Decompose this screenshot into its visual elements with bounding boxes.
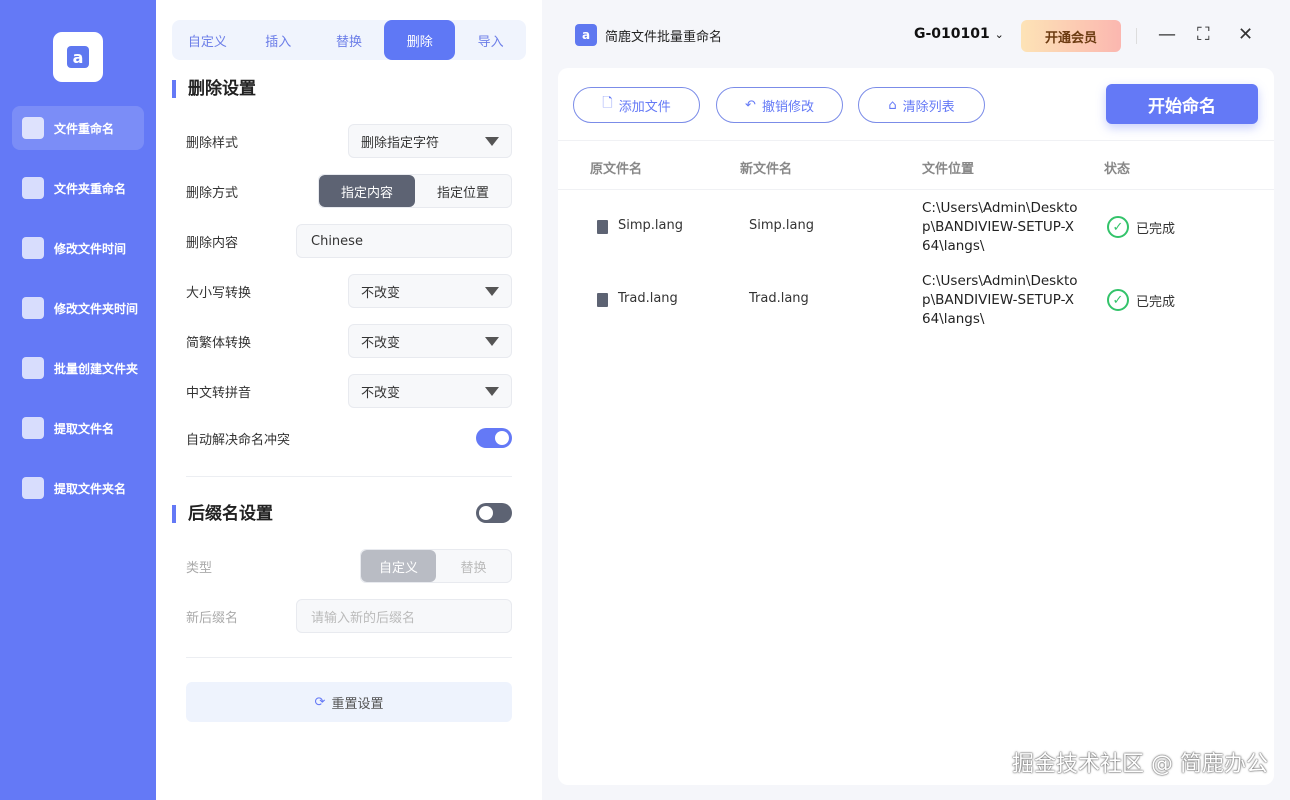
upload-file-icon (22, 417, 44, 439)
add-file-icon: 🗋 (602, 94, 612, 116)
dropdown-arrow-icon (485, 137, 499, 146)
check-circle-icon: ✓ (1107, 216, 1129, 238)
file-icon (597, 220, 608, 234)
col-status: 状态 (1104, 158, 1130, 177)
sidebar-item-extract-filenames[interactable]: 提取文件名 (12, 406, 144, 450)
divider (1136, 28, 1137, 44)
tab-delete[interactable]: 删除 (384, 20, 455, 60)
delete-method-label: 删除方式 (186, 182, 238, 201)
pinyin-label: 中文转拼音 (186, 382, 251, 401)
case-label: 大小写转换 (186, 282, 251, 301)
delete-style-select[interactable]: 删除指定字符 (348, 124, 512, 158)
file-icon (22, 117, 44, 139)
app-logo-icon: a (575, 24, 597, 46)
type-label: 类型 (186, 557, 212, 576)
table-row[interactable]: Simp.lang Simp.lang C:\Users\Admin\Deskt… (558, 191, 1274, 263)
file-clock-icon (22, 237, 44, 259)
new-suffix-label: 新后缀名 (186, 607, 238, 626)
dropdown-arrow-icon (485, 287, 499, 296)
type-custom[interactable]: 自定义 (361, 550, 436, 582)
folder-plus-icon (22, 357, 44, 379)
vip-button[interactable]: 开通会员 (1021, 20, 1121, 52)
account-dropdown[interactable]: G-010101 ⌄ (914, 26, 1004, 42)
col-new: 新文件名 (740, 158, 792, 177)
close-icon[interactable]: ✕ (1238, 24, 1253, 45)
add-file-button[interactable]: 🗋添加文件 (573, 87, 700, 123)
table-row[interactable]: Trad.lang Trad.lang C:\Users\Admin\Deskt… (558, 264, 1274, 336)
file-list-card: 🗋添加文件 ↶撤销修改 ⌂清除列表 开始命名 原文件名 新文件名 文件位置 状态… (558, 68, 1274, 785)
delete-content-input[interactable]: Chinese (296, 224, 512, 258)
undo-button[interactable]: ↶撤销修改 (716, 87, 843, 123)
conflict-toggle[interactable] (476, 428, 512, 448)
tab-insert[interactable]: 插入 (243, 20, 314, 60)
clear-list-button[interactable]: ⌂清除列表 (858, 87, 985, 123)
sidebar: a 文件重命名 文件夹重命名 修改文件时间 修改文件夹时间 批量创建文件夹 提取… (0, 0, 156, 800)
sidebar-item-folder-rename[interactable]: 文件夹重命名 (12, 166, 144, 210)
col-original: 原文件名 (590, 158, 642, 177)
chevron-down-icon: ⌄ (995, 28, 1004, 41)
app-logo: a (53, 32, 103, 82)
table-header: 原文件名 新文件名 文件位置 状态 (558, 140, 1274, 190)
file-icon (597, 293, 608, 307)
tab-import[interactable]: 导入 (455, 20, 526, 60)
broom-icon: ⌂ (888, 98, 896, 113)
tab-custom[interactable]: 自定义 (172, 20, 243, 60)
type-segment: 自定义替换 (360, 549, 512, 583)
settings-panel: 自定义 插入 替换 删除 导入 删除设置 删除样式 删除指定字符 删除方式 指定内容… (156, 0, 542, 800)
check-circle-icon: ✓ (1107, 289, 1129, 311)
suffix-settings-title: 后缀名设置 (172, 505, 273, 523)
case-select[interactable]: 不改变 (348, 274, 512, 308)
type-replace[interactable]: 替换 (436, 550, 511, 582)
sidebar-item-file-time[interactable]: 修改文件时间 (12, 226, 144, 270)
sidebar-item-file-rename[interactable]: 文件重命名 (12, 106, 144, 150)
upload-folder-icon (22, 477, 44, 499)
undo-icon: ↶ (745, 98, 756, 113)
conflict-label: 自动解决命名冲突 (186, 429, 290, 448)
pinyin-select[interactable]: 不改变 (348, 374, 512, 408)
col-location: 文件位置 (922, 158, 974, 177)
mode-tabs: 自定义 插入 替换 删除 导入 (172, 20, 526, 60)
delete-settings-title: 删除设置 (172, 80, 256, 98)
trad-select[interactable]: 不改变 (348, 324, 512, 358)
sidebar-item-extract-foldernames[interactable]: 提取文件夹名 (12, 466, 144, 510)
refresh-icon: ⟳ (315, 695, 326, 710)
sidebar-item-create-folders[interactable]: 批量创建文件夹 (12, 346, 144, 390)
delete-content-label: 删除内容 (186, 232, 238, 251)
delete-method-segment: 指定内容指定位置 (318, 174, 512, 208)
reset-button[interactable]: ⟳重置设置 (186, 682, 512, 722)
suffix-toggle[interactable] (476, 503, 512, 523)
method-by-content[interactable]: 指定内容 (319, 175, 415, 207)
new-suffix-input[interactable]: 请输入新的后缀名 (296, 599, 512, 633)
folder-clock-icon (22, 297, 44, 319)
maximize-icon[interactable]: ⛶ (1197, 24, 1210, 45)
start-rename-button[interactable]: 开始命名 (1106, 84, 1258, 124)
dropdown-arrow-icon (485, 337, 499, 346)
folder-icon (22, 177, 44, 199)
dropdown-arrow-icon (485, 387, 499, 396)
delete-style-label: 删除样式 (186, 132, 238, 151)
trad-label: 简繁体转换 (186, 332, 251, 351)
divider (186, 657, 512, 658)
app-title: a简鹿文件批量重命名 (575, 24, 722, 46)
sidebar-item-folder-time[interactable]: 修改文件夹时间 (12, 286, 144, 330)
minimize-icon[interactable]: — (1158, 24, 1176, 45)
divider (186, 476, 512, 477)
watermark: 掘金技术社区 @ 简鹿办公 (1012, 746, 1268, 778)
tab-replace[interactable]: 替换 (314, 20, 385, 60)
method-by-position[interactable]: 指定位置 (415, 175, 511, 207)
